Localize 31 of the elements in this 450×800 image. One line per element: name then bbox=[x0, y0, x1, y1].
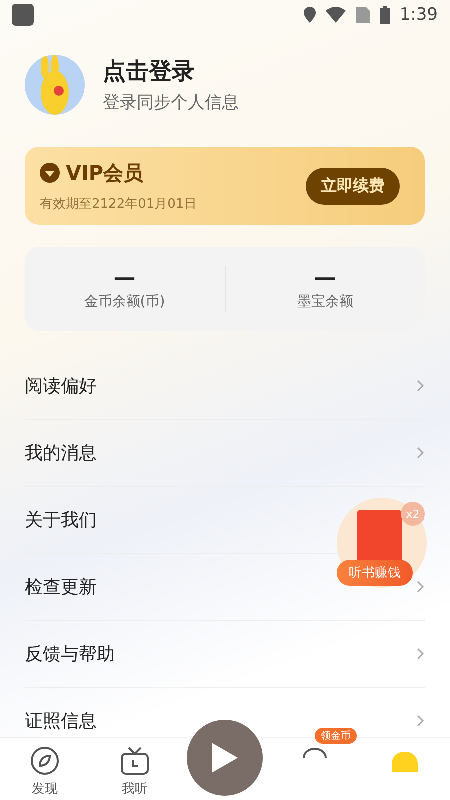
balance-label: 墨宝余额 bbox=[297, 293, 354, 311]
balance-value: — bbox=[114, 267, 136, 291]
vip-card[interactable]: VIP会员 有效期至2122年01月01日 立即续费 bbox=[25, 147, 425, 225]
menu-item[interactable]: 我的消息 bbox=[25, 441, 97, 465]
balance-label: 金币余额(币) bbox=[84, 293, 166, 311]
menu-item[interactable]: 关于我们 bbox=[25, 508, 97, 532]
reward-label: 听书赚钱 bbox=[337, 560, 413, 586]
menu-item[interactable]: 反馈与帮助 bbox=[25, 642, 115, 666]
no-sim-icon bbox=[356, 7, 370, 23]
vip-title: VIP会员 bbox=[66, 160, 144, 186]
menu-item[interactable]: 阅读偏好 bbox=[25, 374, 97, 398]
location-icon bbox=[304, 7, 316, 23]
status-time: 1:39 bbox=[400, 5, 438, 25]
vip-expiry: 有效期至2122年01月01日 bbox=[40, 196, 198, 212]
tv-icon bbox=[120, 746, 150, 776]
menu-item[interactable]: 证照信息 bbox=[25, 709, 97, 733]
menu-item[interactable]: 检查更新 bbox=[25, 575, 97, 599]
balance-value: — bbox=[314, 267, 336, 291]
compass-icon bbox=[30, 746, 60, 776]
dome-icon bbox=[392, 752, 418, 772]
coin-badge: 领金币 bbox=[315, 728, 357, 744]
tab-label[interactable]: 发现 bbox=[32, 780, 58, 798]
battery-icon bbox=[380, 6, 390, 24]
renew-button[interactable]: 立即续费 bbox=[306, 168, 400, 204]
login-title[interactable]: 点击登录 bbox=[103, 56, 239, 87]
notification-icon bbox=[12, 4, 34, 26]
tab-label[interactable]: 我听 bbox=[122, 780, 148, 798]
wifi-icon bbox=[326, 7, 346, 23]
play-icon bbox=[210, 741, 240, 775]
login-subtitle: 登录同步个人信息 bbox=[103, 92, 239, 114]
multiplier-badge: x2 bbox=[401, 502, 425, 526]
